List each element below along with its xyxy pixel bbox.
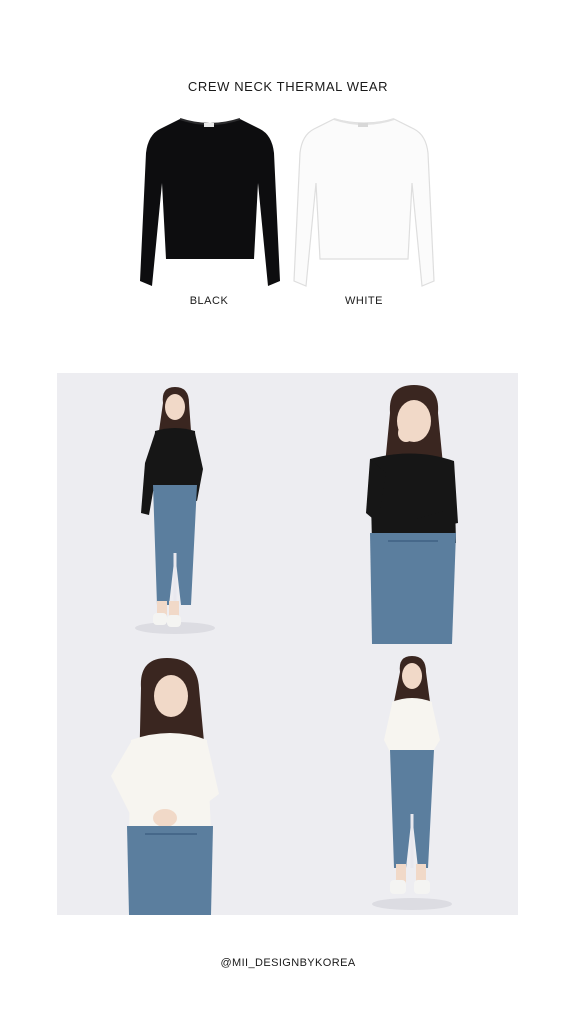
model-photo-black-full — [57, 373, 287, 644]
black-shirt-image — [134, 113, 286, 291]
product-title: CREW NECK THERMAL WEAR — [187, 79, 389, 94]
color-label-white: WHITE — [345, 295, 383, 307]
model-photo-grid — [57, 373, 518, 915]
model-photo-white-full — [288, 644, 518, 915]
model-photo-black-closeup — [288, 373, 518, 644]
color-label-black: BLACK — [189, 295, 229, 307]
model-photo-white-closeup — [57, 644, 287, 915]
white-shirt-image — [288, 113, 440, 291]
brand-handle: @MII_DESIGNBYKOREA — [220, 957, 356, 969]
